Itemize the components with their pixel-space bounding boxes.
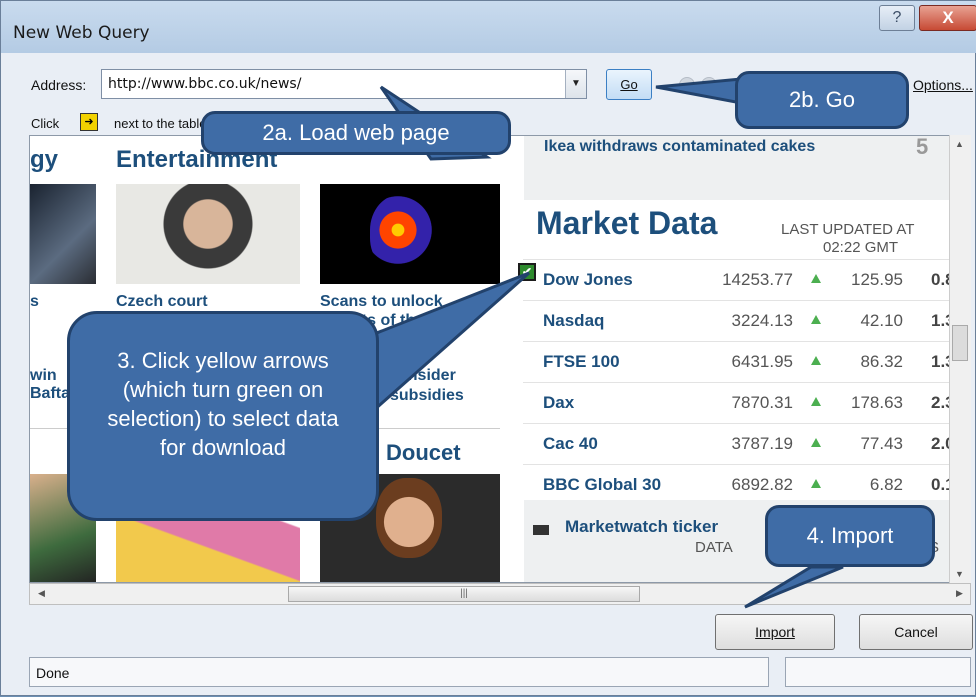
new-web-query-dialog: New Web Query ? X Address: http://www.bb… bbox=[0, 0, 976, 696]
callout-import: 4. Import bbox=[765, 505, 935, 567]
callout-go: 2b. Go bbox=[735, 71, 909, 129]
callout-import-text: 4. Import bbox=[806, 523, 894, 548]
callout-click-text: 3. Click yellow arrows (which turn green… bbox=[107, 348, 339, 460]
callout-pointer-go bbox=[655, 77, 743, 105]
callout-go-text: 2b. Go bbox=[788, 87, 856, 112]
callout-load-web-page: 2a. Load web page bbox=[201, 111, 511, 155]
callout-click-arrows: 3. Click yellow arrows (which turn green… bbox=[67, 311, 379, 521]
callout-pointer-import bbox=[744, 565, 844, 609]
callout-load-text: 2a. Load web page bbox=[262, 120, 450, 145]
